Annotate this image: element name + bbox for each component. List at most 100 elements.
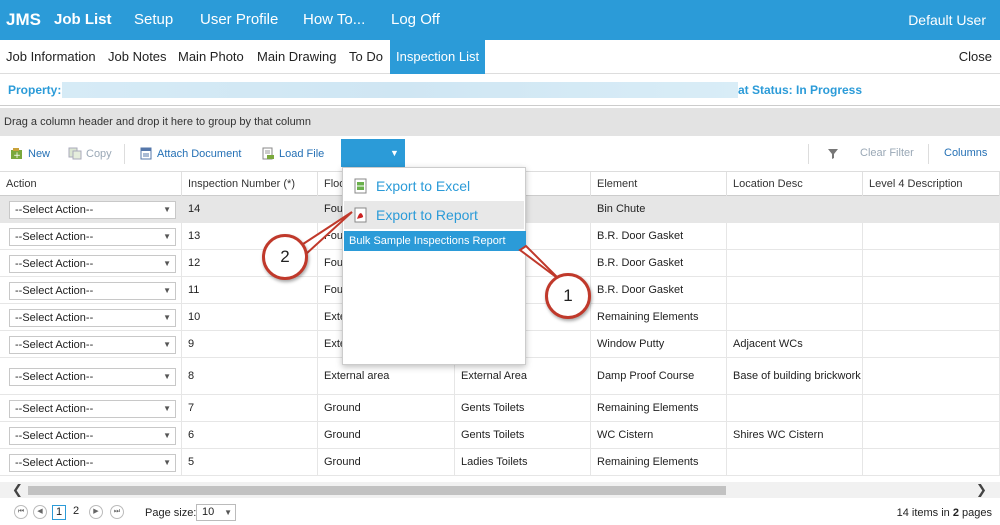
columns-button[interactable]: Columns [944,147,987,159]
horizontal-scrollbar[interactable]: ❮ ❯ [0,482,1000,498]
action-select[interactable]: --Select Action-- ▼ [9,228,176,246]
action-select[interactable]: --Select Action-- ▼ [9,201,176,219]
cell-loc: Adjacent WCs [727,331,863,357]
new-icon: + [11,148,22,160]
action-select[interactable]: --Select Action-- ▼ [9,454,176,472]
export-menu: Export to Excel Export to Report [342,167,526,365]
toolbar-divider [124,144,125,164]
tab-main-drawing[interactable]: Main Drawing [251,40,342,74]
filter-icon [828,149,838,159]
chevron-down-icon: ▼ [163,286,171,295]
cell-floor: Ground [318,422,455,448]
attach-document-label: Attach Document [157,147,242,160]
menu-item-bulk-sample-report[interactable]: Bulk Sample Inspections Report [344,231,526,251]
page-size-select[interactable]: 10 ▼ [196,504,236,521]
action-select-value: --Select Action-- [15,285,94,297]
action-cell: --Select Action-- ▼ [0,422,182,448]
cell-lvl4 [863,331,1000,357]
new-button[interactable]: + New [10,147,50,160]
cell-element: B.R. Door Gasket [591,250,727,276]
column-header-location-desc[interactable]: Location Desc [727,172,863,196]
cell-element: Remaining Elements [591,449,727,475]
first-page-icon[interactable]: ⏮ [14,505,28,519]
menu-item-label: Export to Excel [376,178,471,194]
cell-num: 11 [182,277,318,303]
table-row[interactable]: --Select Action-- ▼ 7 Ground Gents Toilets Re… [0,395,1000,422]
cell-loc: Shires WC Cistern [727,422,863,448]
chevron-down-icon: ▼ [163,340,171,349]
column-header-level-4-description[interactable]: Level 4 Description [863,172,1000,196]
user-name[interactable]: Default User [908,12,986,28]
action-cell: --Select Action-- ▼ [0,331,182,357]
page-number-current[interactable]: 1 [52,505,67,520]
action-select-value: --Select Action-- [15,231,94,243]
filter-button[interactable] [826,147,840,160]
tab-inspection-list[interactable]: Inspection List [390,40,486,74]
page-number[interactable]: 2 [70,505,82,520]
action-cell: --Select Action-- ▼ [0,395,182,421]
cell-loc [727,277,863,303]
last-page-icon[interactable]: ⏭ [110,505,124,519]
cell-num: 6 [182,422,318,448]
column-header-action[interactable]: Action [0,172,182,196]
menu-item-export-excel[interactable]: Export to Excel [344,172,524,200]
nav-setup[interactable]: Setup [134,11,173,28]
pager-info-prefix: 14 items in [896,507,953,519]
cell-num: 5 [182,449,318,475]
attach-document-icon [140,147,152,160]
load-file-label: Load File [279,147,325,160]
action-select[interactable]: --Select Action-- ▼ [9,255,176,273]
menu-item-export-report[interactable]: Export to Report [344,201,524,229]
cell-element: Window Putty [591,331,727,357]
action-select[interactable]: --Select Action-- ▼ [9,309,176,327]
tab-to-do[interactable]: To Do [343,40,389,74]
action-select[interactable]: --Select Action-- ▼ [9,427,176,445]
copy-button[interactable]: Copy [68,147,112,160]
scroll-right-icon[interactable]: ❯ [976,482,987,498]
cell-room: Ladies Toilets [455,449,591,475]
top-nav-bar: JMS Job List Setup User Profile How To..… [0,0,1000,40]
brand-logo[interactable]: JMS [6,10,41,30]
cell-element: B.R. Door Gasket [591,223,727,249]
cell-loc [727,250,863,276]
tab-job-notes[interactable]: Job Notes [102,40,173,74]
clear-filter-button[interactable]: Clear Filter [860,147,914,159]
column-header-element[interactable]: Element [591,172,727,196]
chevron-down-icon: ▼ [163,259,171,268]
next-page-icon[interactable]: ▶ [89,505,103,519]
column-header-inspection-number[interactable]: Inspection Number (*) [182,172,318,196]
table-row[interactable]: --Select Action-- ▼ 5 Ground Ladies Toilets R… [0,449,1000,476]
cell-num: 14 [182,196,318,222]
tab-main-photo[interactable]: Main Photo [172,40,250,74]
nav-log-off[interactable]: Log Off [391,11,440,28]
toolbar-divider [928,144,929,164]
prev-page-icon[interactable]: ◀ [33,505,47,519]
nav-user-profile[interactable]: User Profile [200,11,278,28]
load-file-button[interactable]: Load File [261,147,324,160]
cell-lvl4 [863,196,1000,222]
load-file-icon [262,147,274,160]
action-select-value: --Select Action-- [15,339,94,351]
nav-job-list[interactable]: Job List [54,11,112,28]
action-select[interactable]: --Select Action-- ▼ [9,282,176,300]
group-by-bar[interactable]: Drag a column header and drop it here to… [0,108,1000,136]
action-cell: --Select Action-- ▼ [0,250,182,276]
attach-document-button[interactable]: Attach Document [139,147,241,160]
property-label: Property: [8,83,62,97]
tab-job-information[interactable]: Job Information [0,40,102,74]
action-select[interactable]: --Select Action-- ▼ [9,368,176,386]
cell-lvl4 [863,304,1000,330]
nav-how-to[interactable]: How To... [303,11,365,28]
chevron-down-icon: ▼ [224,508,232,517]
close-link[interactable]: Close [959,49,992,64]
cell-num: 10 [182,304,318,330]
property-value-redacted [62,82,738,98]
action-select[interactable]: --Select Action-- ▼ [9,336,176,354]
scrollbar-thumb[interactable] [28,486,726,495]
action-select-value: --Select Action-- [15,312,94,324]
action-select[interactable]: --Select Action-- ▼ [9,400,176,418]
scroll-left-icon[interactable]: ❮ [12,482,23,498]
cell-element: Remaining Elements [591,304,727,330]
new-label: New [28,147,51,160]
table-row[interactable]: --Select Action-- ▼ 6 Ground Gents Toilets WC… [0,422,1000,449]
